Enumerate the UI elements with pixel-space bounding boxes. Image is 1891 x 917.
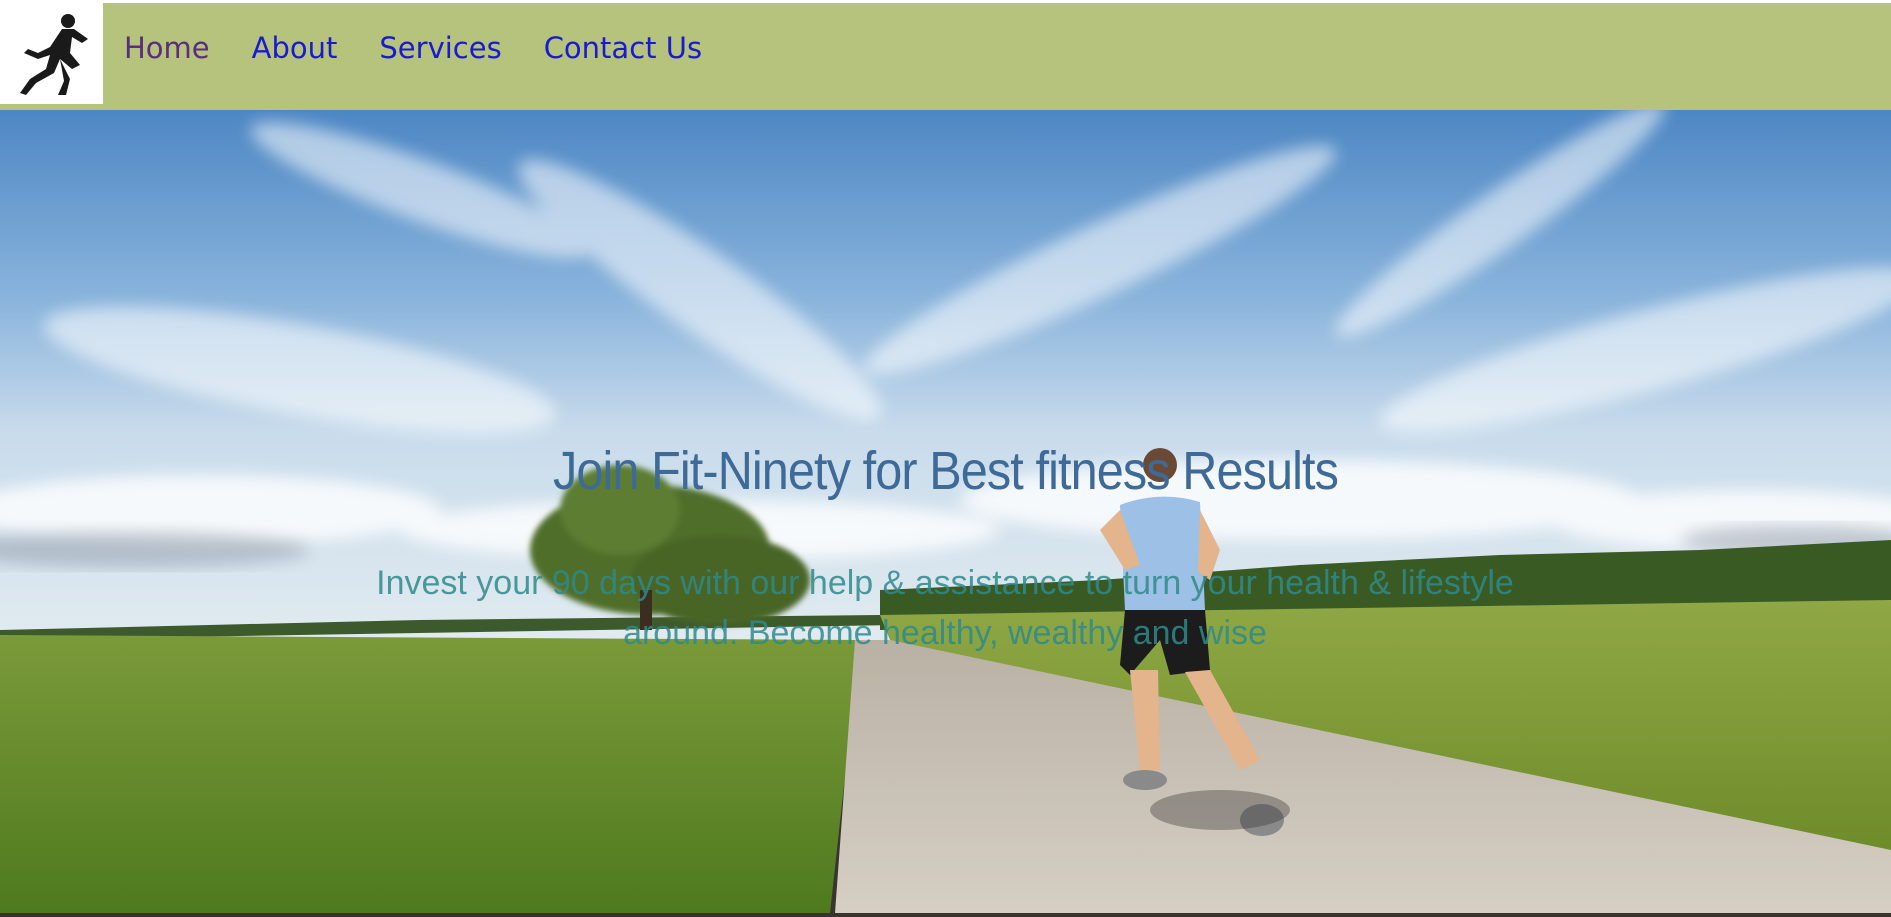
nav-home-link[interactable]: Home — [124, 31, 210, 65]
hero-section: Join Fit-Ninety for Best fitness Results… — [0, 110, 1891, 913]
nav-menu: Home About Services Contact Us — [124, 31, 702, 65]
nav-contact-link[interactable]: Contact Us — [544, 31, 702, 65]
hero-background-image — [0, 110, 1891, 913]
nav-about-link[interactable]: About — [252, 31, 338, 65]
logo[interactable] — [0, 3, 103, 104]
nav-services-link[interactable]: Services — [379, 31, 501, 65]
hero-title: Join Fit-Ninety for Best fitness Results — [552, 441, 1339, 501]
navbar: Home About Services Contact Us — [0, 0, 1891, 110]
runner-logo-icon — [20, 14, 88, 95]
hero-subtitle: Invest your 90 days with our help & assi… — [376, 564, 1514, 652]
page-bottom-border — [0, 913, 1891, 917]
